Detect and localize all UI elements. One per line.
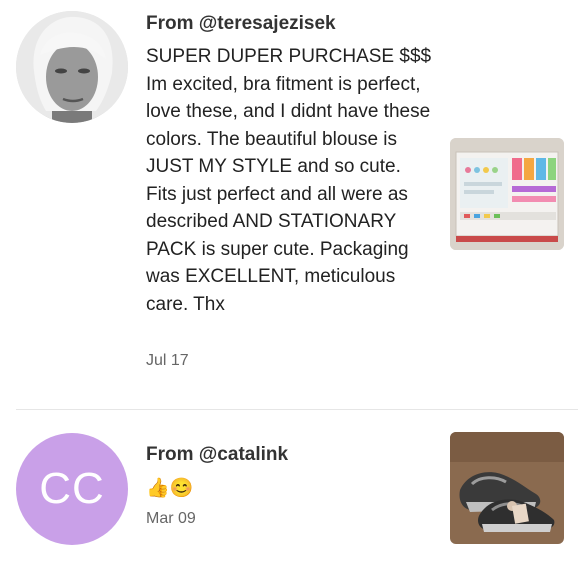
review-text: SUPER DUPER PURCHASE $$$ Im excited, bra… [146,46,432,315]
review-text: 👍😊 [146,478,194,499]
review-author[interactable]: From @catalink [146,444,288,466]
user-avatar[interactable] [16,11,128,123]
review-item: CC From @catalink 👍😊 Mar 09 [0,410,578,580]
product-thumbnail[interactable] [450,432,564,544]
user-photo-avatar-icon [16,11,128,123]
review-author[interactable]: From @teresajezisek [146,13,336,35]
review-item: From @teresajezisek SUPER DUPER PURCHASE… [0,0,578,409]
review-date: Jul 17 [146,352,189,369]
stationery-set-photo-icon [450,138,564,250]
sneakers-photo-icon [450,432,564,544]
user-avatar[interactable]: CC [16,433,128,545]
review-date: Mar 09 [146,510,196,527]
avatar-initials: CC [39,464,105,513]
product-thumbnail[interactable] [450,138,564,250]
